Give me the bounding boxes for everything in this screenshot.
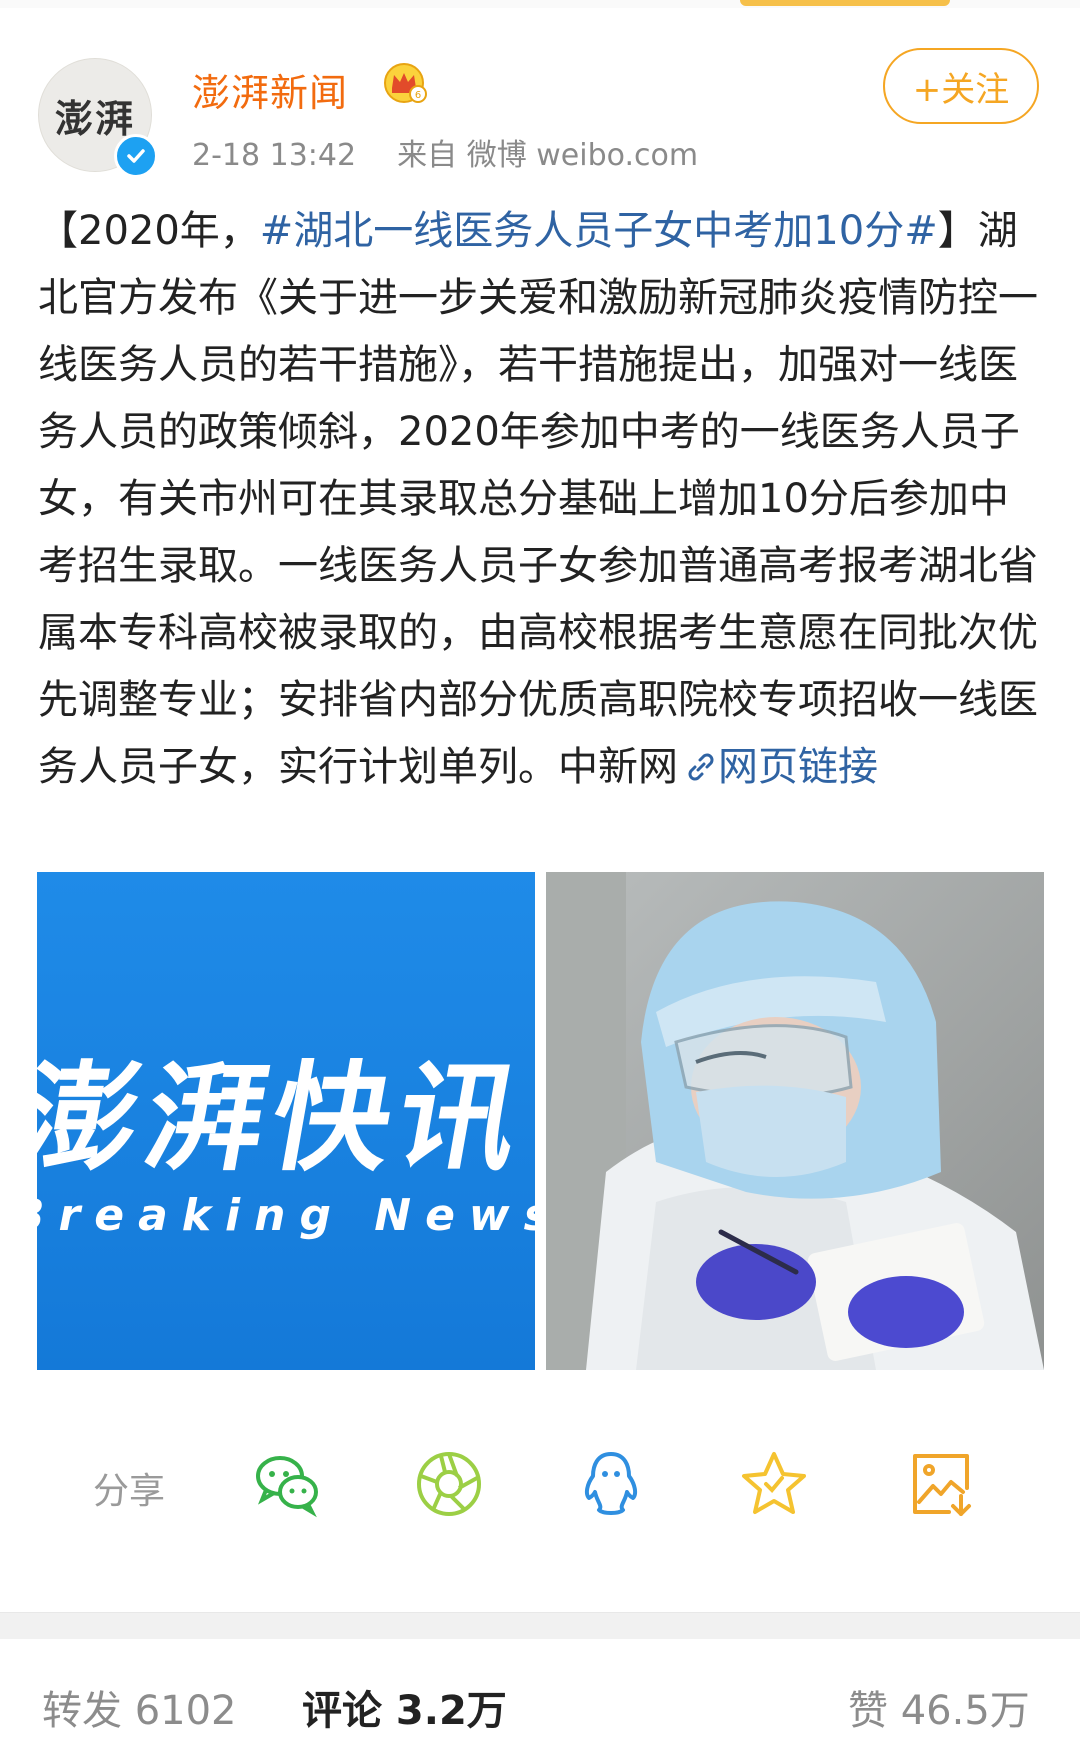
save-image-icon[interactable]: [905, 1448, 977, 1520]
wechat-icon[interactable]: [252, 1448, 324, 1520]
svg-text:6: 6: [415, 90, 421, 101]
like-count[interactable]: 赞 46.5万: [848, 1678, 1030, 1736]
link-icon: [688, 753, 714, 781]
web-link[interactable]: 网页链接: [718, 744, 878, 790]
crown-icon: 6: [384, 63, 427, 103]
post-text-body: 】湖北官方发布《关于进一步关爱和激励新冠肺炎疫情防控一线医务人员的若干措施》，若…: [38, 208, 1038, 790]
post-time: 2-18 13:42: [192, 138, 357, 173]
section-divider: [0, 1612, 1080, 1639]
post-meta: 2-18 13:42 来自 微博 weibo.com: [192, 130, 698, 174]
favorite-icon[interactable]: [738, 1448, 810, 1520]
repost-count[interactable]: 转发 6102: [42, 1678, 237, 1736]
qq-icon[interactable]: [575, 1448, 647, 1520]
post-text: 【2020年，#湖北一线医务人员子女中考加10分#】湖北官方发布《关于进一步关爱…: [38, 198, 1048, 801]
breaking-news-title: 澎湃快讯: [37, 1049, 535, 1187]
medical-worker-photo[interactable]: [546, 872, 1044, 1370]
post-text-prefix: 【2020年，: [38, 208, 260, 254]
avatar-logo-text: 澎湃: [54, 95, 135, 141]
breaking-news-image[interactable]: 澎湃快讯 Breaking News: [37, 872, 535, 1370]
comment-count[interactable]: 评论 3.2万: [302, 1678, 507, 1736]
top-accent-bar: [740, 0, 950, 6]
account-name[interactable]: 澎湃新闻: [192, 62, 348, 117]
follow-button[interactable]: +关注: [883, 48, 1039, 124]
share-label: 分享: [93, 1471, 166, 1512]
breaking-news-subtitle: Breaking News: [37, 1190, 535, 1241]
hashtag-link[interactable]: #湖北一线医务人员子女中考加10分#: [260, 208, 938, 254]
post-source: 来自 微博 weibo.com: [397, 138, 699, 173]
medical-worker-illustration: [546, 872, 1044, 1370]
verified-icon: [114, 134, 158, 178]
moments-icon[interactable]: [413, 1448, 485, 1520]
